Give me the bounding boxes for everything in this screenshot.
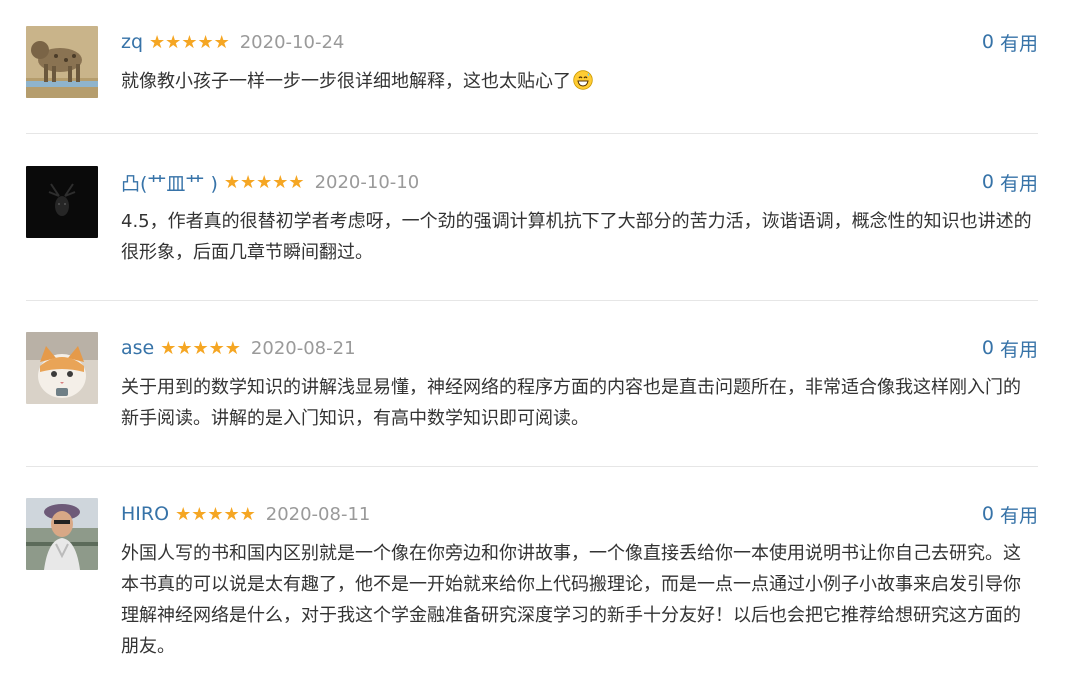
review-meta: zq ★★★★★ 2020-10-24 [121,26,344,58]
avatar[interactable] [26,332,98,404]
username-link[interactable]: HIRO [121,503,169,525]
divider [26,300,1038,301]
useful-count: 0 [981,503,994,525]
useful-button[interactable]: 0 有用 [982,498,1038,530]
avatar[interactable] [26,26,98,98]
review-text: 关于用到的数学知识的讲解浅显易懂，神经网络的程序方面的内容也是直击问题所在，非常… [121,377,1021,429]
rating-stars: ★★★★★ [160,337,241,359]
divider [26,133,1038,134]
cat-avatar-image [26,332,98,404]
username-link[interactable]: 凸(艹皿艹 ) [121,169,218,196]
review-date: 2020-08-21 [250,337,356,359]
review-meta: 凸(艹皿艹 ) ★★★★★ 2020-10-10 [121,166,419,198]
useful-button[interactable]: 0 有用 [982,26,1038,58]
deer-silhouette-avatar-image [26,166,98,238]
useful-button[interactable]: 0 有用 [982,332,1038,364]
avatar[interactable] [26,498,98,570]
review-text: 就像教小孩子一样一步一步很详细地解释，这也太贴心了 [121,66,1038,97]
username-link[interactable]: zq [121,31,143,53]
useful-label: 有用 [999,504,1038,527]
useful-count: 0 [981,171,994,193]
username-link[interactable]: ase [121,337,154,359]
rating-stars: ★★★★★ [175,503,256,525]
review-meta: ase ★★★★★ 2020-08-21 [121,332,356,364]
useful-count: 0 [981,337,994,359]
useful-label: 有用 [999,338,1038,361]
review-text: 4.5，作者真的很替初学者考虑呀，一个劲的强调计算机抗下了大部分的苦力活，诙谐语… [121,211,1032,263]
avatar[interactable] [26,166,98,238]
useful-label: 有用 [999,172,1038,195]
grinning-sweat-emoji-icon [573,70,593,90]
review-date: 2020-08-11 [265,503,371,525]
review-date: 2020-10-10 [314,171,420,193]
review-text: 外国人写的书和国内区别就是一个像在你旁边和你讲故事，一个像直接丢给你一本使用说明… [121,543,1021,657]
rating-stars: ★★★★★ [149,31,230,53]
hyena-avatar-image [26,26,98,98]
rating-stars: ★★★★★ [223,171,305,193]
review-date: 2020-10-24 [239,31,345,53]
review-list: zq ★★★★★ 2020-10-24 0 有用 就像教小孩子一样一步一步很详细… [0,0,1070,680]
review-meta: HIRO ★★★★★ 2020-08-11 [121,498,370,530]
useful-count: 0 [981,31,994,53]
useful-label: 有用 [999,32,1038,55]
useful-button[interactable]: 0 有用 [982,166,1038,198]
review-text-content: 就像教小孩子一样一步一步很详细地解释，这也太贴心了 [121,71,571,92]
person-avatar-image [26,498,98,570]
divider [26,466,1038,467]
